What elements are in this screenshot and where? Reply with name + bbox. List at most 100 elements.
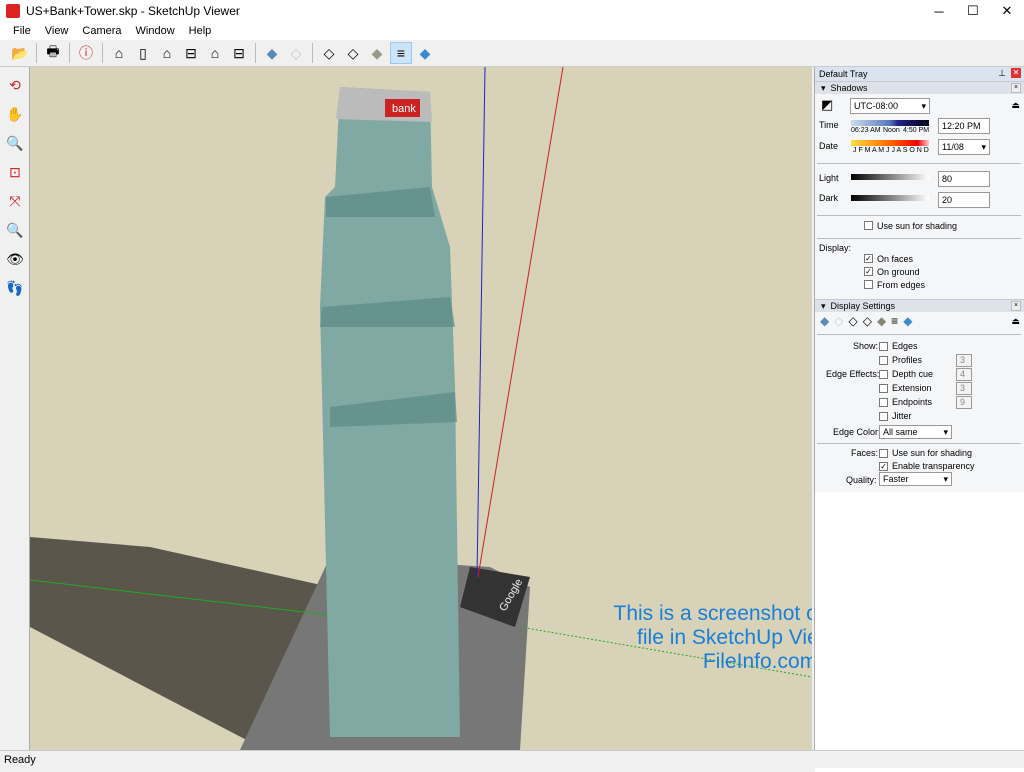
shadows-panel: ◩ UTC-08:00 ▾ ⏏ Time 06:23 AM Noon 4:50 P… <box>815 94 1024 299</box>
profiles-field[interactable]: 3 <box>956 354 972 367</box>
zoom-icon[interactable]: 🔍 <box>4 132 26 154</box>
tray-close-icon[interactable]: ✕ <box>1011 68 1021 78</box>
display-settings-panel: ◆◇◇◇◆≡◆ ⏏ Show: Edges Profiles 3 Edge Ef… <box>815 312 1024 492</box>
title-bar: US+Bank+Tower.skp - SketchUp Viewer ─ ☐ … <box>0 0 1024 22</box>
edge-color-select[interactable]: All same ▾ <box>879 425 952 439</box>
monochrome-icon[interactable]: ◆ <box>414 42 436 64</box>
quality-select[interactable]: Faster ▾ <box>879 472 952 486</box>
menu-view[interactable]: View <box>45 25 69 37</box>
light-slider[interactable] <box>851 174 929 180</box>
light-label: Light <box>819 173 839 183</box>
wireframe-icon[interactable]: ◇ <box>318 42 340 64</box>
pin-icon[interactable]: ⊥ <box>998 68 1006 79</box>
extension-label: Extension <box>892 383 932 393</box>
tray-title: Default Tray ⊥ ✕ <box>815 67 1024 81</box>
on-faces-label: On faces <box>877 254 914 264</box>
edges-checkbox[interactable] <box>879 342 888 351</box>
use-sun-checkbox[interactable] <box>864 221 873 230</box>
menu-camera[interactable]: Camera <box>82 25 121 37</box>
menu-file[interactable]: File <box>13 25 31 37</box>
zoom-extents-icon[interactable]: ⤧ <box>4 190 26 212</box>
on-faces-checkbox[interactable]: ✓ <box>864 254 873 263</box>
jitter-checkbox[interactable] <box>879 412 888 421</box>
menu-window[interactable]: Window <box>136 25 175 37</box>
quality-label: Quality: <box>846 475 877 485</box>
extension-checkbox[interactable] <box>879 384 888 393</box>
svg-text:bank: bank <box>392 103 416 115</box>
main-toolbar: 📂 🖶 ⓘ ⌂ ▯ ⌂ ⊟ ⌂ ⊟ ◆ ◇ ◇ ◇ ◆ ≡ ◆ <box>0 40 1024 67</box>
open-icon[interactable]: 📂 <box>9 42 31 64</box>
right-view-icon[interactable]: ⊟ <box>180 42 202 64</box>
from-edges-checkbox[interactable] <box>864 280 873 289</box>
depth-cue-checkbox[interactable] <box>879 370 888 379</box>
faces-use-sun-label: Use sun for shading <box>892 448 973 458</box>
close-button[interactable]: ✕ <box>990 0 1024 22</box>
from-edges-label: From edges <box>877 280 926 290</box>
wireframe-icon[interactable]: ◇ <box>848 314 862 328</box>
light-field[interactable]: 80 <box>938 171 990 187</box>
default-tray: Default Tray ⊥ ✕ ▾ Shadows × ◩ UTC-08:00 ▾… <box>814 67 1024 772</box>
time-field[interactable]: 12:20 PM <box>938 118 990 134</box>
timezone-select[interactable]: UTC-08:00 ▾ <box>850 98 930 114</box>
display-settings-header[interactable]: ▾ Display Settings × <box>815 299 1024 312</box>
time-noon-label: Noon <box>883 127 900 134</box>
date-field[interactable]: 11/08 ▾ <box>938 139 990 155</box>
endpoints-field[interactable]: 9 <box>956 396 972 409</box>
close-icon[interactable]: × <box>1011 83 1021 93</box>
3d-viewport[interactable]: bank Google This is a screenshot of an .… <box>30 67 812 750</box>
edges-label: Edges <box>892 341 918 351</box>
menu-help[interactable]: Help <box>189 25 212 37</box>
zoom-window-icon[interactable]: ⊡ <box>4 161 26 183</box>
enable-transparency-label: Enable transparency <box>892 461 975 471</box>
shaded-textures-icon[interactable]: ≡ <box>891 314 903 328</box>
close-icon[interactable]: × <box>1011 301 1021 311</box>
pan-icon[interactable]: ✋ <box>4 103 26 125</box>
edge-effects-label: Edge Effects: <box>826 369 880 379</box>
expand-icon[interactable]: ⏏ <box>1011 316 1020 327</box>
profiles-label: Profiles <box>892 355 923 365</box>
on-ground-checkbox[interactable]: ✓ <box>864 267 873 276</box>
back-edges-icon[interactable]: ◇ <box>285 42 307 64</box>
red-axis <box>477 67 564 578</box>
camera-toolbar: ⟲ ✋ 🔍 ⊡ ⤧ 🔍 👁 👣 <box>0 67 30 750</box>
maximize-button[interactable]: ☐ <box>956 0 990 22</box>
depth-cue-field[interactable]: 4 <box>956 368 972 381</box>
print-icon[interactable]: 🖶 <box>42 42 64 64</box>
iso-view-icon[interactable]: ⌂ <box>108 42 130 64</box>
xray-icon[interactable]: ◆ <box>261 42 283 64</box>
endpoints-label: Endpoints <box>892 397 933 407</box>
shaded-icon[interactable]: ◆ <box>877 314 891 328</box>
hidden-line-icon[interactable]: ◇ <box>863 314 877 328</box>
look-around-icon[interactable]: 👁 <box>4 248 26 270</box>
minimize-button[interactable]: ─ <box>922 0 956 22</box>
monochrome-icon[interactable]: ◆ <box>903 314 917 328</box>
dark-field[interactable]: 20 <box>938 192 990 208</box>
profiles-checkbox[interactable] <box>879 356 888 365</box>
extension-field[interactable]: 3 <box>956 382 972 395</box>
model-info-icon[interactable]: ⓘ <box>75 42 97 64</box>
dark-slider[interactable] <box>851 195 929 201</box>
shadows-header[interactable]: ▾ Shadows × <box>815 81 1024 94</box>
shadow-toggle-icon[interactable]: ◩ <box>821 97 833 113</box>
faces-use-sun-checkbox[interactable] <box>879 449 888 458</box>
top-view-icon[interactable]: ▯ <box>132 42 154 64</box>
back-view-icon[interactable]: ⌂ <box>204 42 226 64</box>
orbit-icon[interactable]: ⟲ <box>4 74 26 96</box>
time-slider[interactable] <box>851 120 929 126</box>
hidden-line-icon[interactable]: ◇ <box>342 42 364 64</box>
walk-icon[interactable]: 👣 <box>4 277 26 299</box>
blue-axis <box>476 67 486 578</box>
date-slider[interactable] <box>851 140 929 146</box>
xray-icon[interactable]: ◆ <box>820 314 834 328</box>
shaded-icon[interactable]: ◆ <box>366 42 388 64</box>
shaded-textures-icon[interactable]: ≡ <box>390 42 412 64</box>
left-view-icon[interactable]: ⊟ <box>228 42 250 64</box>
previous-view-icon[interactable]: 🔍 <box>4 219 26 241</box>
enable-transparency-checkbox[interactable]: ✓ <box>879 462 888 471</box>
use-sun-label: Use sun for shading <box>877 221 958 231</box>
front-view-icon[interactable]: ⌂ <box>156 42 178 64</box>
expand-icon[interactable]: ⏏ <box>1011 100 1020 111</box>
endpoints-checkbox[interactable] <box>879 398 888 407</box>
back-edges-icon[interactable]: ◇ <box>834 314 848 328</box>
window-title: US+Bank+Tower.skp - SketchUp Viewer <box>26 4 240 18</box>
